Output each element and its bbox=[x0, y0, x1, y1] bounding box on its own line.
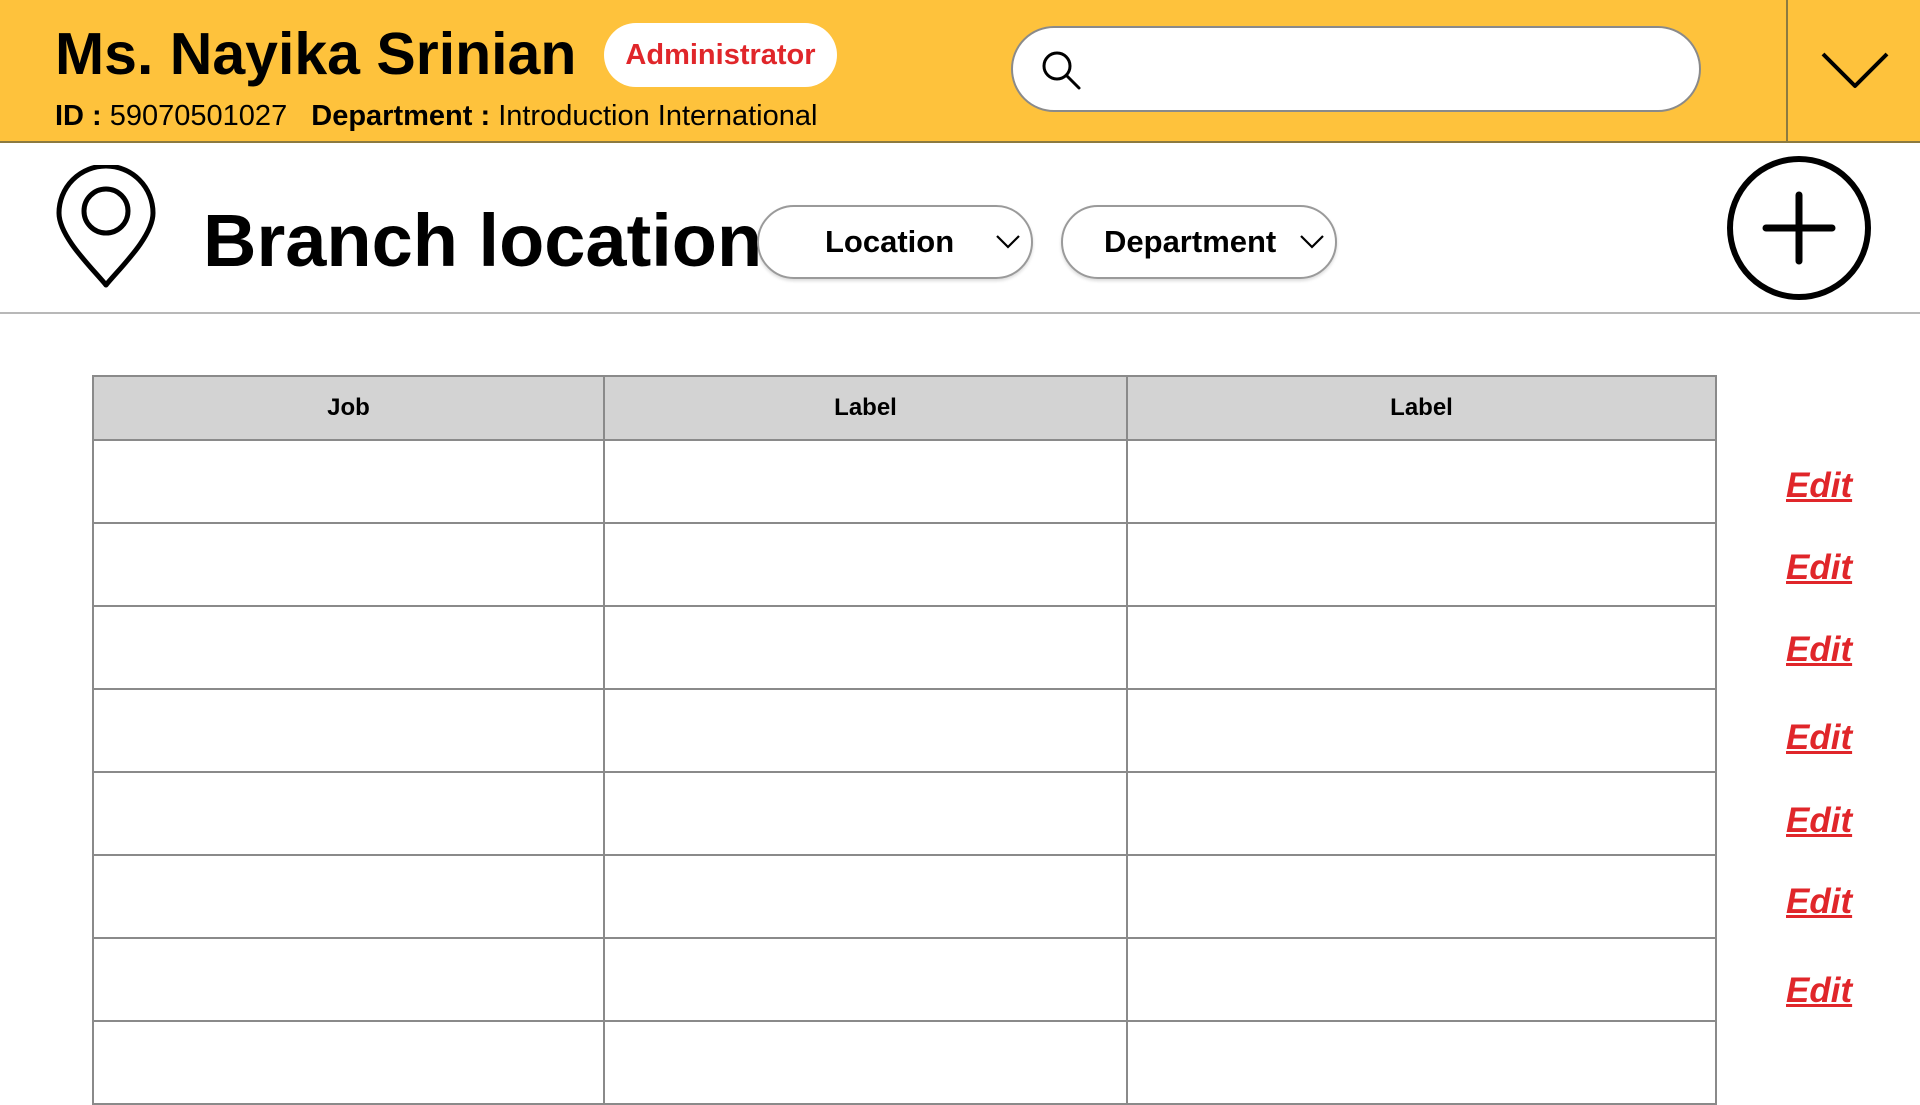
table-cell bbox=[603, 688, 1128, 773]
edit-link[interactable]: Edit bbox=[1786, 717, 1852, 759]
table-cell bbox=[603, 771, 1128, 856]
table-row bbox=[92, 1020, 1717, 1105]
id-label: ID : bbox=[55, 100, 102, 132]
column-header-label[interactable]: Label bbox=[1126, 375, 1717, 441]
table-cell bbox=[92, 1020, 605, 1105]
table-cell bbox=[603, 937, 1128, 1022]
edit-link[interactable]: Edit bbox=[1786, 800, 1852, 842]
table-cell bbox=[603, 1020, 1128, 1105]
edit-link[interactable]: Edit bbox=[1786, 970, 1852, 1012]
branch-table: Job Label Label bbox=[92, 375, 1717, 1105]
table-row bbox=[92, 522, 1717, 607]
location-filter-dropdown[interactable]: Location bbox=[757, 205, 1033, 279]
edit-link[interactable]: Edit bbox=[1786, 629, 1852, 671]
table-cell bbox=[92, 688, 605, 773]
table-cell bbox=[1126, 439, 1717, 524]
table-cell bbox=[1126, 1020, 1717, 1105]
search-box[interactable] bbox=[1011, 26, 1701, 112]
table-cell bbox=[603, 854, 1128, 939]
column-header-label[interactable]: Label bbox=[603, 375, 1128, 441]
top-header-bar: Ms. Nayika Srinian Administrator ID : 59… bbox=[0, 0, 1920, 143]
table-cell bbox=[1126, 771, 1717, 856]
user-meta: ID : 59070501027 Department : Introducti… bbox=[55, 96, 833, 136]
map-pin-icon bbox=[56, 165, 156, 288]
edit-link[interactable]: Edit bbox=[1786, 881, 1852, 923]
title-divider bbox=[0, 312, 1920, 314]
table-cell bbox=[92, 439, 605, 524]
table-cell bbox=[92, 605, 605, 690]
table-row bbox=[92, 854, 1717, 939]
table-cell bbox=[92, 771, 605, 856]
chevron-down-icon bbox=[996, 235, 1020, 249]
table-cell bbox=[92, 937, 605, 1022]
table-cell bbox=[1126, 854, 1717, 939]
table-cell bbox=[1126, 522, 1717, 607]
chevron-down-icon bbox=[1300, 235, 1324, 249]
edit-link[interactable]: Edit bbox=[1786, 547, 1852, 589]
table-row bbox=[92, 937, 1717, 1022]
department-label: Department : bbox=[311, 100, 491, 132]
search-icon bbox=[1042, 51, 1081, 90]
table-cell bbox=[92, 854, 605, 939]
department-filter-label: Department bbox=[1104, 224, 1277, 259]
search-input[interactable] bbox=[1103, 40, 1677, 100]
table-row bbox=[92, 771, 1717, 856]
table-header-row: Job Label Label bbox=[92, 375, 1717, 441]
add-circle-icon[interactable] bbox=[1726, 155, 1872, 301]
table-row bbox=[92, 605, 1717, 690]
table-cell bbox=[603, 439, 1128, 524]
department-filter-dropdown[interactable]: Department bbox=[1061, 205, 1337, 279]
header-divider bbox=[1786, 0, 1788, 143]
table-cell bbox=[603, 605, 1128, 690]
location-filter-label: Location bbox=[825, 224, 955, 259]
department-value: Introduction International bbox=[498, 100, 818, 132]
edit-link[interactable]: Edit bbox=[1786, 465, 1852, 507]
page-title: Branch location bbox=[203, 199, 763, 282]
table-cell bbox=[1126, 605, 1717, 690]
table-row bbox=[92, 688, 1717, 773]
table-cell bbox=[1126, 688, 1717, 773]
user-name: Ms. Nayika Srinian bbox=[55, 21, 577, 87]
table-cell bbox=[1126, 937, 1717, 1022]
chevron-down-icon[interactable] bbox=[1820, 48, 1890, 92]
column-header-job[interactable]: Job bbox=[92, 375, 605, 441]
id-value: 59070501027 bbox=[109, 100, 288, 132]
table-cell bbox=[92, 522, 605, 607]
role-badge: Administrator bbox=[604, 23, 837, 87]
table-cell bbox=[603, 522, 1128, 607]
table-row bbox=[92, 439, 1717, 524]
